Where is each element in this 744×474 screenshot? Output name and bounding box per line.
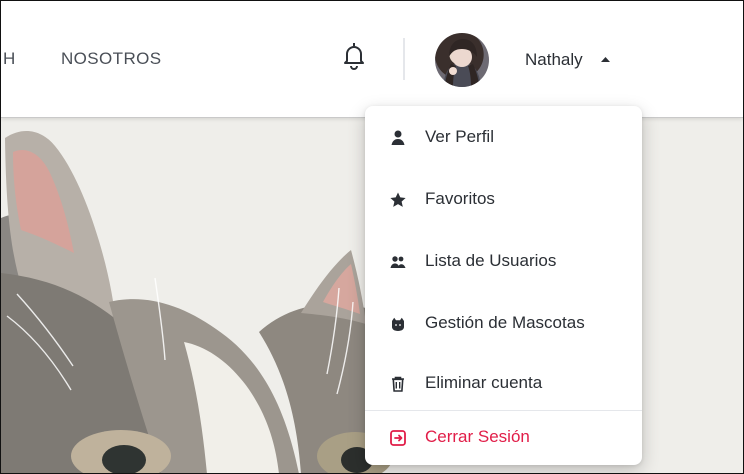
avatar[interactable] [435,33,489,87]
users-icon [390,256,406,268]
nav-item-nosotros[interactable]: NOSOTROS [61,49,162,69]
caret-up-icon[interactable] [600,54,611,64]
menu-item-label: Eliminar cuenta [425,373,543,392]
menu-item-label: Cerrar Sesión [425,427,530,446]
user-dropdown-menu: Ver Perfil Favoritos Lista de Usuarios G… [365,106,642,465]
navbar-separator [403,38,405,80]
menu-item-lista-de-usuarios[interactable]: Lista de Usuarios [365,236,642,288]
avatar-photo [443,39,481,87]
menu-item-label: Ver Perfil [425,127,494,146]
menu-item-favoritos[interactable]: Favoritos [365,174,642,226]
menu-item-label: Lista de Usuarios [425,251,557,270]
logout-icon [390,430,406,446]
top-navbar: H NOSOTROS Nathaly [1,1,743,118]
menu-item-label: Gestión de Mascotas [425,313,585,332]
menu-item-gestion-de-mascotas[interactable]: Gestión de Mascotas [365,298,642,350]
app-window: H NOSOTROS Nathaly Ver Perfil Favoritos … [0,0,744,474]
menu-item-eliminar-cuenta[interactable]: Eliminar cuenta [365,358,642,410]
menu-item-label: Favoritos [425,189,495,208]
nav-item-cut[interactable]: H [3,49,16,69]
trash-icon [392,376,404,392]
menu-item-cerrar-sesion[interactable]: Cerrar Sesión [365,412,642,464]
star-icon [390,192,406,207]
cat-icon [392,317,404,331]
user-icon [391,130,405,145]
bell-icon[interactable] [341,41,367,71]
menu-divider [365,410,642,411]
menu-item-ver-perfil[interactable]: Ver Perfil [365,112,642,164]
username[interactable]: Nathaly [525,50,583,70]
